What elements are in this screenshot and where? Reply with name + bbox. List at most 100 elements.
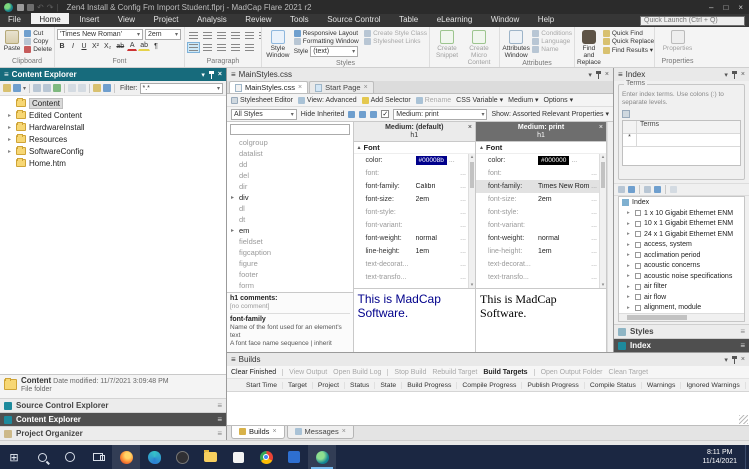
builds-column-header[interactable]: Status — [345, 381, 376, 389]
editor-toolbar-button[interactable]: Rename — [415, 96, 451, 104]
scrollbar[interactable] — [619, 313, 744, 321]
ellipsis-button[interactable]: ... — [458, 248, 468, 255]
language-button[interactable]: Language — [532, 38, 572, 45]
close-icon[interactable]: × — [599, 124, 603, 132]
all-styles-combo[interactable]: All Styles ▾ — [231, 108, 297, 120]
numbered-list-icon[interactable] — [201, 30, 214, 41]
index-tool-icon-4[interactable] — [654, 186, 661, 193]
panel-close-icon[interactable]: × — [741, 356, 745, 363]
edge-icon[interactable] — [140, 445, 168, 469]
all-mediums-view-icon[interactable] — [370, 110, 378, 118]
style-item[interactable]: datalist — [227, 148, 353, 159]
medium-combo[interactable]: Medium: print ▾ — [393, 108, 488, 120]
index-root-item[interactable]: Index — [619, 197, 744, 208]
pin-icon[interactable] — [731, 355, 737, 364]
conditions-button[interactable]: Conditions — [532, 30, 572, 37]
term-checkbox[interactable] — [635, 304, 641, 311]
new-file-icon[interactable] — [33, 84, 42, 92]
ribbon-tab[interactable]: Project — [146, 13, 187, 24]
italic-button[interactable]: I — [68, 41, 78, 51]
align-right-icon[interactable] — [215, 42, 228, 53]
save-icon[interactable] — [17, 3, 24, 11]
style-item[interactable]: div — [227, 192, 353, 203]
ribbon-tab[interactable]: Tools — [282, 13, 317, 24]
accordion-content-explorer[interactable]: Content Explorer ≡ — [0, 412, 226, 426]
index-tool-icon-3[interactable] — [644, 186, 651, 193]
term-checkbox[interactable] — [635, 252, 641, 259]
ellipsis-button[interactable]: ... — [589, 183, 599, 190]
panel-close-icon[interactable]: × — [741, 71, 745, 78]
side-by-side-medium-view-icon[interactable] — [359, 110, 367, 118]
index-term-item[interactable]: ▸ acclimation period — [619, 250, 744, 261]
medium-print-header[interactable]: Medium: print h1 × — [476, 122, 607, 142]
show-properties-dropdown[interactable]: Show: Assorted Relevant Properties ▾ — [491, 110, 609, 118]
name-button[interactable]: Name — [532, 46, 572, 53]
maximize-button[interactable]: □ — [723, 3, 728, 12]
index-term-item[interactable]: ▸ 24 x 1 Gigabit Ethernet ENM — [619, 229, 744, 240]
panel-close-icon[interactable]: × — [218, 71, 222, 78]
term-input-cell[interactable] — [637, 134, 740, 146]
create-micro-content-button[interactable]: Create Micro Content — [464, 29, 494, 66]
builds-toolbar-button[interactable]: Open Output Folder — [541, 369, 603, 376]
ellipsis-button[interactable]: ... — [589, 209, 599, 216]
property-row[interactable]: font-weight: normal ... — [476, 232, 599, 245]
font-property-group[interactable]: ▴ Font — [353, 142, 476, 154]
index-term-item[interactable]: ▸ acoustic concerns — [619, 261, 744, 272]
tree-item[interactable]: Edited Content — [0, 109, 226, 121]
builds-column-header[interactable]: Warnings — [642, 381, 682, 389]
style-combo[interactable]: (text) ▾ — [310, 46, 359, 57]
ribbon-tab[interactable]: Home — [31, 13, 69, 24]
property-row[interactable]: font-style: ... — [354, 206, 469, 219]
new-folder-icon[interactable] — [43, 84, 52, 92]
ribbon-tab[interactable]: Analysis — [189, 13, 235, 24]
justify-icon[interactable] — [229, 42, 242, 53]
pin-icon[interactable] — [731, 70, 737, 79]
resize-grip[interactable] — [739, 415, 748, 424]
style-item[interactable]: em — [227, 225, 353, 236]
builds-toolbar-button[interactable]: Open Build Log — [333, 368, 389, 376]
scrollbar[interactable]: ▴ ▾ — [468, 154, 476, 288]
open-folder-icon[interactable] — [93, 84, 102, 92]
store-icon[interactable] — [224, 445, 252, 469]
term-checkbox[interactable] — [635, 241, 641, 248]
index-term-item[interactable]: ▸ acoustic noise specifications — [619, 271, 744, 282]
ellipsis-button[interactable]: ... — [589, 222, 599, 229]
property-row[interactable]: font-family: Calibri ... — [354, 180, 469, 193]
editor-toolbar-button[interactable]: Options ▾ — [544, 96, 574, 104]
style-item[interactable]: dl — [227, 203, 353, 214]
app-dark-icon[interactable] — [168, 445, 196, 469]
cut-button[interactable]: Cut — [24, 30, 52, 37]
accordion-index[interactable]: Index ≡ — [614, 338, 749, 352]
ellipsis-button[interactable]: ... — [589, 274, 599, 281]
builds-column-header[interactable]: Start Time — [241, 381, 283, 389]
menu-icon[interactable]: ≡ — [231, 70, 236, 79]
delete-button[interactable]: Delete — [24, 46, 52, 53]
builds-column-header[interactable]: State — [375, 381, 403, 389]
property-row[interactable]: text-transfo... ... — [354, 271, 469, 284]
ribbon-tab[interactable]: Help — [530, 13, 562, 24]
index-tool-icon-1[interactable] — [618, 186, 625, 193]
ribbon-tab[interactable]: Table — [391, 13, 426, 24]
property-row[interactable]: color: #00008b ... — [354, 154, 469, 167]
align-center-icon[interactable] — [201, 42, 214, 53]
paste-icon[interactable] — [78, 84, 87, 92]
tree-item[interactable]: SoftwareConfig — [0, 145, 226, 157]
hide-inherited-button[interactable]: Hide Inherited — [301, 111, 345, 118]
task-view-icon[interactable] — [84, 445, 112, 469]
style-item[interactable]: form — [227, 280, 353, 291]
menu-icon[interactable]: ≡ — [4, 70, 9, 79]
builds-toolbar-button[interactable]: Clean Target — [608, 369, 648, 376]
menu-icon[interactable]: ≡ — [231, 355, 236, 364]
show-files-icon[interactable] — [3, 84, 11, 92]
strikethrough-button[interactable]: ab — [114, 41, 126, 51]
editor-toolbar-button[interactable]: CSS Variable ▾ — [456, 96, 503, 104]
filter-combo[interactable]: *.* ▾ — [139, 82, 223, 94]
ellipsis-button[interactable]: ... — [458, 222, 468, 229]
builds-toolbar-button[interactable]: Build Targets — [483, 368, 535, 376]
property-row[interactable]: line-height: 1em ... — [476, 245, 599, 258]
ribbon-tab[interactable]: Insert — [71, 13, 107, 24]
mail-icon[interactable] — [280, 445, 308, 469]
builds-column-header[interactable]: Ignored Warnings — [681, 381, 746, 389]
property-row[interactable]: line-height: 1em ... — [354, 245, 469, 258]
editor-toolbar-button[interactable]: Add Selector — [361, 96, 411, 104]
